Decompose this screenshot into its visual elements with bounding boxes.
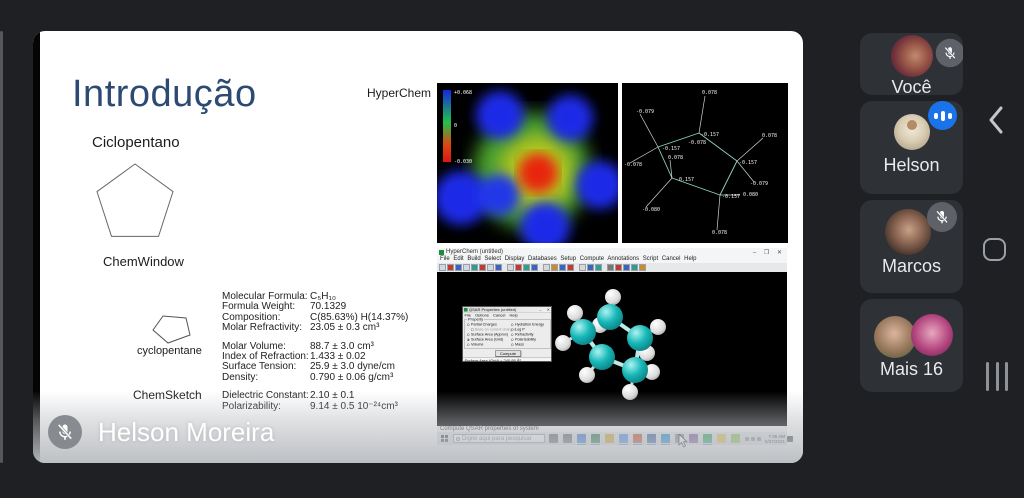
toolbar-icon [487,264,494,271]
toolbar-icon [579,264,586,271]
chemsketch-molecule-label: cyclopentane [137,345,202,357]
avatar [891,35,933,77]
toolbar-icon [439,264,446,271]
android-home-icon[interactable] [983,238,1006,261]
shared-screen-stage[interactable]: Introdução Ciclopentano ChemWindow Hyper… [33,31,803,463]
hyperchem-titlebar: HyperChem (untitled) – ❐ ✕ [437,248,787,256]
property-row: Density:0.790 ± 0.06 g/cm³ [222,373,408,383]
svg-text:+0.068: +0.068 [454,90,472,96]
hyperchem-app-icon [439,250,444,255]
toolbar-icon [479,264,486,271]
dialog-app-icon [464,308,468,312]
participant-name: Você [860,77,963,95]
svg-text:0.078: 0.078 [702,90,717,96]
dialog-result-text: Surface Area (Grid) = 240.95 Å² [463,358,552,363]
svg-text:-0.079: -0.079 [636,109,654,115]
mic-off-icon [936,39,963,68]
toolbar-icon [455,264,462,271]
radio-option: Volume [467,342,516,347]
hyperchem-toolbar [437,263,787,272]
avatar [894,114,930,150]
toolbar-icon [551,264,558,271]
avatar [911,314,953,356]
radio-option: Mass [511,342,544,347]
compute-button: Compute [495,351,521,357]
toolbar-icon [607,264,614,271]
chemwindow-tool-label: ChemWindow [103,254,184,269]
toolbar-icon [623,264,630,271]
toolbar-icon [447,264,454,271]
esp-color-scale [443,90,451,162]
toolbar-icon [471,264,478,271]
svg-text:0.080: 0.080 [743,192,758,198]
hyperchem-tool-label: HyperChem [367,86,431,100]
toolbar-icon [639,264,646,271]
dialog-control-icons: – ✕ [539,307,552,312]
toolbar-icon [631,264,638,271]
participant-tile-marcos[interactable]: Marcos [860,200,963,293]
toolbar-icon [495,264,502,271]
svg-text:0.078: 0.078 [762,133,777,139]
participant-name: Helson [860,155,963,176]
presenter-name: Helson Moreira [98,417,274,448]
svg-text:-0.157: -0.157 [676,177,694,183]
chemwindow-molecule-label: Ciclopentano [92,134,180,151]
toolbar-icon [587,264,594,271]
toolbar-icon [507,264,514,271]
property-row: Molar Refractivity:23.05 ± 0.3 cm³ [222,323,408,333]
toolbar-icon [543,264,550,271]
android-back-icon[interactable] [985,104,1009,136]
svg-text:-0.078: -0.078 [624,162,642,168]
mic-off-icon [48,415,82,449]
toolbar-icon [595,264,602,271]
dialog-title: QSAR Properties (untitled) [469,307,516,312]
toolbar-icon [523,264,530,271]
toolbar-icon [531,264,538,271]
toolbar-icon [515,264,522,271]
more-participants-count: Mais 16 [860,359,963,380]
window-control-icons: – ❐ ✕ [753,249,785,256]
svg-text:-0.157: -0.157 [701,132,719,138]
svg-text:-0.078: -0.078 [688,140,706,146]
presenter-name-overlay: Helson Moreira [48,415,274,449]
participant-tile-more[interactable]: Mais 16 [860,299,963,392]
esp-surface-panel: +0.068 0 -0.030 [437,83,618,243]
toolbar-icon [615,264,622,271]
svg-text:-0.157: -0.157 [722,194,740,200]
android-recents-icon[interactable] [986,362,1008,391]
toolbar-icon [463,264,470,271]
svg-text:0.078: 0.078 [668,155,683,161]
svg-text:-0.079: -0.079 [750,181,768,187]
svg-text:0: 0 [454,123,457,129]
avatar [885,209,931,255]
cyclopentane-structure-drawing [90,163,180,245]
hyperchem-menubar: File Edit Build Select Display Databases… [437,256,787,263]
chemsketch-structure-drawing [152,315,198,347]
avatar [874,316,916,358]
svg-text:0.078: 0.078 [712,230,727,236]
participant-name: Marcos [860,256,963,277]
svg-text:-0.080: -0.080 [642,207,660,213]
svg-text:-0.157: -0.157 [739,160,757,166]
charge-wireframe-panel: -0.157 -0.157 -0.157 -0.157 -0.157 0.078 -0.07… [622,83,788,243]
toolbar-icon [567,264,574,271]
mic-off-icon [927,202,957,232]
svg-text:-0.030: -0.030 [454,159,472,165]
slide-title: Introdução [72,73,257,116]
svg-text:-0.157: -0.157 [662,146,680,152]
qsar-properties-dialog: QSAR Properties (untitled) – ✕ File Opti… [462,306,552,362]
participant-tile-helson[interactable]: Helson [860,101,963,194]
speaking-indicator-icon [928,101,957,130]
toolbar-icon [559,264,566,271]
hyperchem-window-title: HyperChem (untitled) [446,249,503,255]
filmstrip-edge [0,31,3,463]
participant-tile-voce[interactable]: Você [860,33,963,95]
dialog-titlebar: QSAR Properties (untitled) – ✕ [463,307,552,313]
property-groupbox: Property Partial ChargesBase on current … [465,319,551,349]
